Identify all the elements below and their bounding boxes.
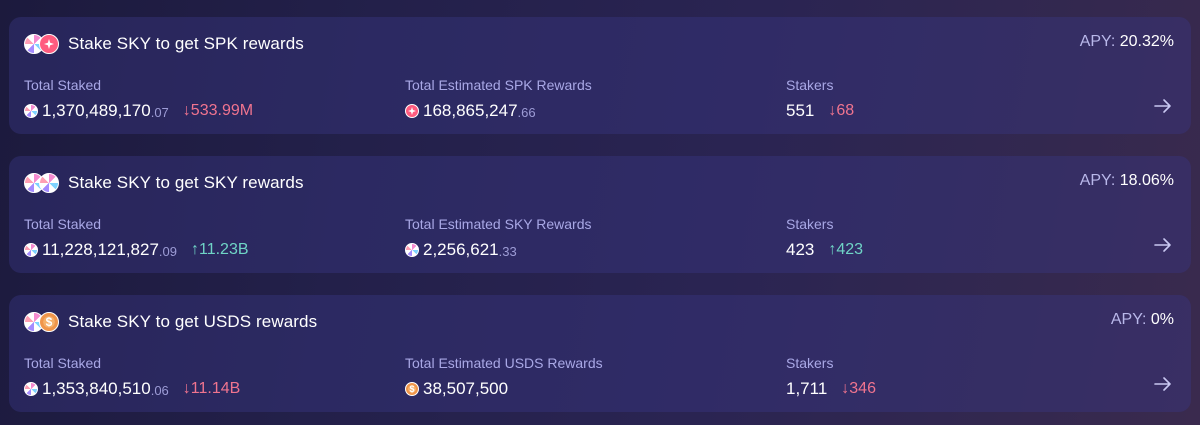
apy-label: APY:: [1110, 311, 1147, 328]
apy-value: 20.32%: [1119, 33, 1174, 50]
stakers-value: 423 ↑423: [786, 239, 863, 261]
total-staked-value: 1,353,840,510.06 ↓11.14B: [24, 378, 240, 400]
stakers-label: Stakers: [786, 77, 834, 93]
apy-label: APY:: [1079, 172, 1116, 189]
stakers-delta: ↓346: [841, 380, 876, 397]
total-staked-decimals: .06: [150, 383, 169, 398]
arrow-right-icon[interactable]: [1152, 234, 1174, 256]
total-staked: Total Staked 1,353,840,510.06 ↓11.14B: [24, 354, 240, 400]
token-pair-icon: [24, 33, 64, 55]
estimated-rewards-value: 168,865,247.66: [405, 100, 592, 122]
estimated-rewards-label: Total Estimated SKY Rewards: [405, 216, 592, 232]
total-staked-label: Total Staked: [24, 77, 102, 93]
spk-token-icon: [405, 104, 419, 118]
rewards-decimals: .33: [498, 244, 517, 259]
stakers: Stakers 551 ↓68: [786, 76, 854, 122]
card-title: Stake SKY to get USDS rewards: [68, 312, 318, 331]
stakers-label: Stakers: [786, 216, 834, 232]
total-staked-value: 1,370,489,170.07 ↓533.99M: [24, 100, 253, 122]
spk-token-icon: [39, 34, 59, 54]
arrow-right-icon[interactable]: [1152, 373, 1174, 395]
apy-value: 18.06%: [1119, 172, 1174, 189]
card-header: Stake SKY to get SKY rewards: [24, 171, 304, 195]
usds-token-icon: [405, 382, 419, 396]
stakers-value: 1,711 ↓346: [786, 378, 876, 400]
farm-card-usds[interactable]: Stake SKY to get USDS rewards APY: 0% To…: [9, 295, 1191, 412]
stakers-count: 1,711: [786, 379, 828, 398]
apy: APY: 18.06%: [1080, 172, 1174, 190]
total-staked-label: Total Staked: [24, 216, 102, 232]
sky-token-icon: [39, 173, 59, 193]
card-header: Stake SKY to get USDS rewards: [24, 310, 317, 334]
apy: APY: 20.32%: [1080, 33, 1174, 51]
estimated-rewards-value: 38,507,500: [405, 378, 603, 400]
estimated-rewards: Total Estimated SKY Rewards 2,256,621.33: [405, 215, 592, 261]
total-staked-decimals: .07: [150, 105, 169, 120]
apy: APY: 0%: [1111, 311, 1174, 329]
stakers-label: Stakers: [786, 355, 834, 371]
usds-token-icon: [39, 312, 59, 332]
sky-token-icon: [405, 243, 419, 257]
card-title: Stake SKY to get SKY rewards: [68, 173, 304, 192]
stakers-count: 423: [786, 240, 815, 259]
total-staked-integer: 11,228,121,827: [42, 240, 159, 259]
estimated-rewards: Total Estimated USDS Rewards 38,507,500: [405, 354, 603, 400]
total-staked: Total Staked 1,370,489,170.07 ↓533.99M: [24, 76, 253, 122]
farm-card-sky[interactable]: Stake SKY to get SKY rewards APY: 18.06%…: [9, 156, 1191, 273]
farm-card-spk[interactable]: Stake SKY to get SPK rewards APY: 20.32%…: [9, 17, 1191, 134]
total-staked-delta: ↓11.14B: [182, 380, 241, 397]
stakers-count: 551: [786, 101, 815, 120]
estimated-rewards: Total Estimated SPK Rewards 168,865,247.…: [405, 76, 592, 122]
apy-value: 0%: [1150, 311, 1174, 328]
estimated-rewards-label: Total Estimated SPK Rewards: [405, 77, 592, 93]
total-staked-decimals: .09: [158, 244, 177, 259]
estimated-rewards-label: Total Estimated USDS Rewards: [405, 355, 603, 371]
total-staked-label: Total Staked: [24, 355, 102, 371]
rewards-integer: 2,256,621: [423, 240, 499, 259]
total-staked: Total Staked 11,228,121,827.09 ↑11.23B: [24, 215, 249, 261]
sky-token-icon: [24, 382, 38, 396]
sky-token-icon: [24, 104, 38, 118]
stakers-value: 551 ↓68: [786, 100, 854, 122]
card-title: Stake SKY to get SPK rewards: [68, 34, 304, 53]
token-pair-icon: [24, 172, 64, 194]
arrow-right-icon[interactable]: [1152, 95, 1174, 117]
stakers-delta: ↑423: [828, 241, 864, 258]
stakers: Stakers 423 ↑423: [786, 215, 863, 261]
token-pair-icon: [24, 311, 64, 333]
total-staked-integer: 1,370,489,170: [42, 101, 151, 120]
rewards-decimals: .66: [517, 105, 536, 120]
rewards-integer: 38,507,500: [423, 379, 509, 398]
rewards-integer: 168,865,247: [423, 101, 518, 120]
sky-token-icon: [24, 243, 38, 257]
card-header: Stake SKY to get SPK rewards: [24, 32, 304, 56]
estimated-rewards-value: 2,256,621.33: [405, 239, 592, 261]
total-staked-value: 11,228,121,827.09 ↑11.23B: [24, 239, 249, 261]
total-staked-delta: ↑11.23B: [191, 241, 249, 258]
stakers: Stakers 1,711 ↓346: [786, 354, 876, 400]
total-staked-integer: 1,353,840,510: [42, 379, 151, 398]
apy-label: APY:: [1079, 33, 1116, 50]
total-staked-delta: ↓533.99M: [182, 102, 254, 119]
stakers-delta: ↓68: [828, 102, 855, 119]
